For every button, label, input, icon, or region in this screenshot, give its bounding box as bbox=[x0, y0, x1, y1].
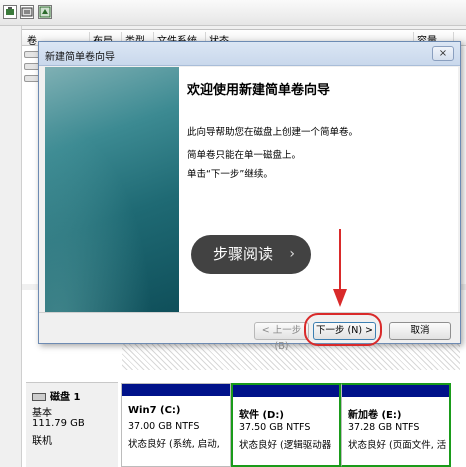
close-button[interactable]: × bbox=[432, 46, 454, 61]
partition-d[interactable]: 软件 (D:) 37.50 GB NTFS 状态良好 (逻辑驱动器 bbox=[231, 383, 341, 467]
disk-1-info[interactable]: 磁盘 1 基本 111.79 GB 联机 bbox=[26, 382, 118, 467]
partition-size: 37.28 GB NTFS bbox=[348, 422, 420, 433]
partition-status: 状态良好 (系统, 启动, bbox=[128, 439, 220, 450]
highlight-ring bbox=[304, 313, 382, 346]
partition-bar bbox=[342, 385, 449, 397]
partition-name: Win7 (C:) bbox=[128, 405, 181, 416]
wizard-paragraph: 此向导帮助您在磁盘上创建一个简单卷。 bbox=[187, 127, 359, 138]
wizard-title: 新建简单卷向导 bbox=[45, 52, 115, 63]
cancel-button[interactable]: 取消 bbox=[389, 322, 451, 340]
wizard-paragraph: 单击“下一步”继续。 bbox=[187, 169, 273, 180]
disk-type: 基本 bbox=[32, 408, 52, 419]
partition-status: 状态良好 (逻辑驱动器 bbox=[239, 440, 332, 451]
wizard-titlebar[interactable]: 新建简单卷向导 × bbox=[39, 42, 460, 66]
disk-manage-icon[interactable] bbox=[3, 5, 17, 19]
left-gutter bbox=[0, 26, 22, 467]
step-reading-label: 步骤阅读 bbox=[213, 245, 274, 263]
partition-size: 37.00 GB NTFS bbox=[128, 421, 200, 432]
wizard-content: 欢迎使用新建简单卷向导 此向导帮助您在磁盘上创建一个简单卷。 简单卷只能在单一磁… bbox=[179, 67, 458, 312]
partition-e[interactable]: 新加卷 (E:) 37.28 GB NTFS 状态良好 (页面文件, 活 bbox=[341, 383, 451, 467]
partition-c[interactable]: Win7 (C:) 37.00 GB NTFS 状态良好 (系统, 启动, bbox=[121, 383, 231, 467]
disk-icon bbox=[32, 393, 46, 401]
partition-name: 新加卷 (E:) bbox=[348, 410, 402, 421]
back-button[interactable]: < 上一步 (B) bbox=[254, 322, 309, 352]
wizard-heading: 欢迎使用新建简单卷向导 bbox=[187, 83, 331, 98]
chevron-right-icon: › bbox=[289, 246, 295, 262]
close-icon: × bbox=[438, 48, 448, 59]
properties-icon[interactable] bbox=[20, 5, 34, 19]
disk-name: 磁盘 1 bbox=[50, 392, 81, 403]
disk-size: 111.79 GB bbox=[32, 418, 85, 429]
wizard-paragraph: 简单卷只能在单一磁盘上。 bbox=[187, 150, 302, 161]
partition-status: 状态良好 (页面文件, 活 bbox=[348, 440, 447, 451]
disk-status: 联机 bbox=[32, 436, 52, 447]
toolbar bbox=[0, 0, 466, 26]
partition-name: 软件 (D:) bbox=[239, 410, 284, 421]
wizard-side-banner bbox=[45, 67, 179, 312]
partition-bar bbox=[122, 384, 230, 396]
partition-bar bbox=[233, 385, 339, 397]
partition-size: 37.50 GB NTFS bbox=[239, 422, 311, 433]
new-simple-volume-wizard: 新建简单卷向导 × 欢迎使用新建简单卷向导 此向导帮助您在磁盘上创建一个简单卷。… bbox=[38, 41, 461, 352]
step-reading-button[interactable]: 步骤阅读 › bbox=[191, 235, 311, 274]
red-arrow-annotation bbox=[333, 229, 347, 307]
wizard-footer: < 上一步 (B) 下一步 (N) > 取消 bbox=[39, 312, 460, 352]
wizard-icon[interactable] bbox=[38, 5, 52, 19]
